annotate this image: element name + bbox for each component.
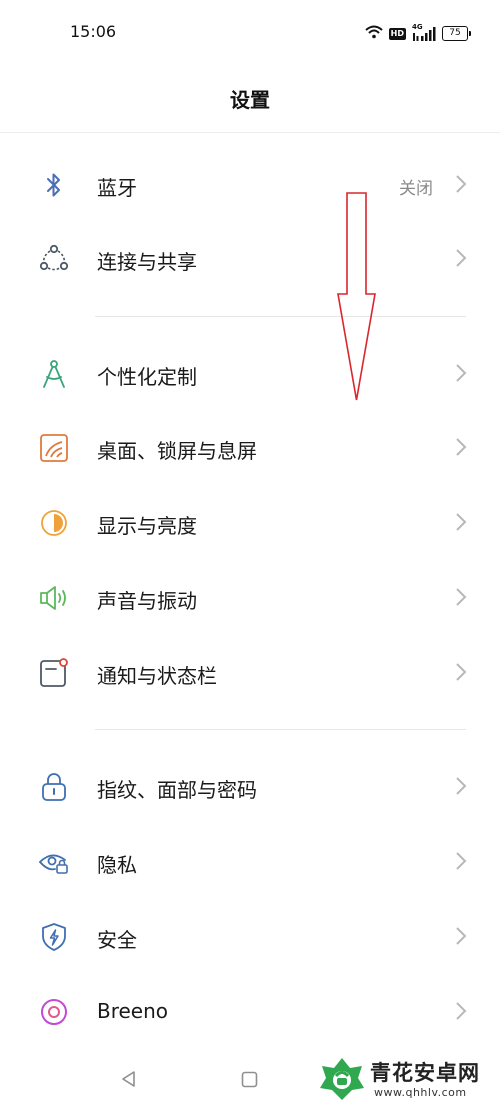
- settings-item-privacy[interactable]: 隐私: [0, 825, 500, 899]
- settings-item-personalization[interactable]: 个性化定制: [0, 337, 500, 411]
- chevron-right-icon: [455, 587, 467, 607]
- chevron-right-icon: [455, 363, 467, 383]
- watermark-url: www.qhhlv.com: [374, 1086, 467, 1099]
- settings-item-sound-vibration[interactable]: 声音与振动: [0, 561, 500, 635]
- status-time: 15:06: [70, 22, 117, 41]
- title-bar: 设置: [0, 66, 500, 133]
- watermark-text: 青花安卓网: [370, 1061, 480, 1085]
- page-title: 设置: [230, 88, 270, 112]
- settings-item-label: 声音与振动: [97, 589, 197, 613]
- down-arrow-annotation: [333, 190, 381, 404]
- speaker-icon: [38, 583, 70, 613]
- home-nav-icon[interactable]: [241, 1071, 258, 1092]
- compass-icon: [38, 359, 70, 389]
- watermark-logo-icon: [318, 1054, 366, 1106]
- watermark: 青花安卓网 www.qhhlv.com: [318, 1048, 500, 1108]
- settings-item-fingerprint-face-password[interactable]: 指纹、面部与密码: [0, 750, 500, 824]
- lock-icon: [38, 772, 70, 802]
- settings-item-breeno[interactable]: Breeno: [0, 975, 500, 1049]
- settings-item-notifications[interactable]: 通知与状态栏: [0, 636, 500, 710]
- bluetooth-status: 关闭: [399, 179, 433, 199]
- chevron-right-icon: [455, 776, 467, 796]
- settings-item-label: 连接与共享: [97, 250, 197, 274]
- section-divider: [95, 729, 466, 730]
- chevron-right-icon: [455, 512, 467, 532]
- bluetooth-icon: [38, 170, 70, 200]
- settings-item-label: Breeno: [97, 999, 169, 1023]
- signal-icon: 4G: [412, 23, 436, 41]
- chevron-right-icon: [455, 437, 467, 457]
- settings-item-label: 个性化定制: [97, 365, 197, 389]
- chevron-right-icon: [455, 926, 467, 946]
- hd-badge: HD: [388, 27, 406, 40]
- brightness-icon: [38, 508, 70, 538]
- privacy-eye-icon: [38, 847, 70, 877]
- wifi-icon: [364, 24, 383, 43]
- settings-item-label: 显示与亮度: [97, 514, 197, 538]
- security-shield-icon: [38, 922, 70, 952]
- settings-item-security[interactable]: 安全: [0, 900, 500, 974]
- settings-item-bluetooth[interactable]: 蓝牙 关闭: [0, 148, 500, 222]
- settings-item-connection-share[interactable]: 连接与共享: [0, 222, 500, 296]
- settings-item-display-brightness[interactable]: 显示与亮度: [0, 486, 500, 560]
- back-nav-icon[interactable]: [120, 1070, 138, 1092]
- wallpaper-icon: [38, 433, 70, 463]
- settings-item-label: 桌面、锁屏与息屏: [97, 439, 257, 463]
- settings-item-label: 安全: [97, 928, 137, 952]
- chevron-right-icon: [455, 248, 467, 268]
- status-icons: HD 4G 75: [364, 23, 471, 43]
- connection-share-icon: [38, 244, 70, 274]
- battery-icon: 75: [442, 26, 471, 41]
- settings-item-label: 指纹、面部与密码: [97, 778, 257, 802]
- settings-item-wallpaper[interactable]: 桌面、锁屏与息屏: [0, 411, 500, 485]
- chevron-right-icon: [455, 662, 467, 682]
- settings-item-label: 通知与状态栏: [97, 664, 217, 688]
- notification-icon: [38, 658, 70, 688]
- settings-item-label: 隐私: [97, 853, 137, 877]
- status-bar: 15:06 HD 4G 75: [0, 0, 500, 66]
- settings-item-label: 蓝牙: [97, 176, 137, 200]
- chevron-right-icon: [455, 851, 467, 871]
- chevron-right-icon: [455, 174, 467, 194]
- section-divider: [95, 316, 466, 317]
- breeno-icon: [38, 997, 70, 1027]
- chevron-right-icon: [455, 1001, 467, 1021]
